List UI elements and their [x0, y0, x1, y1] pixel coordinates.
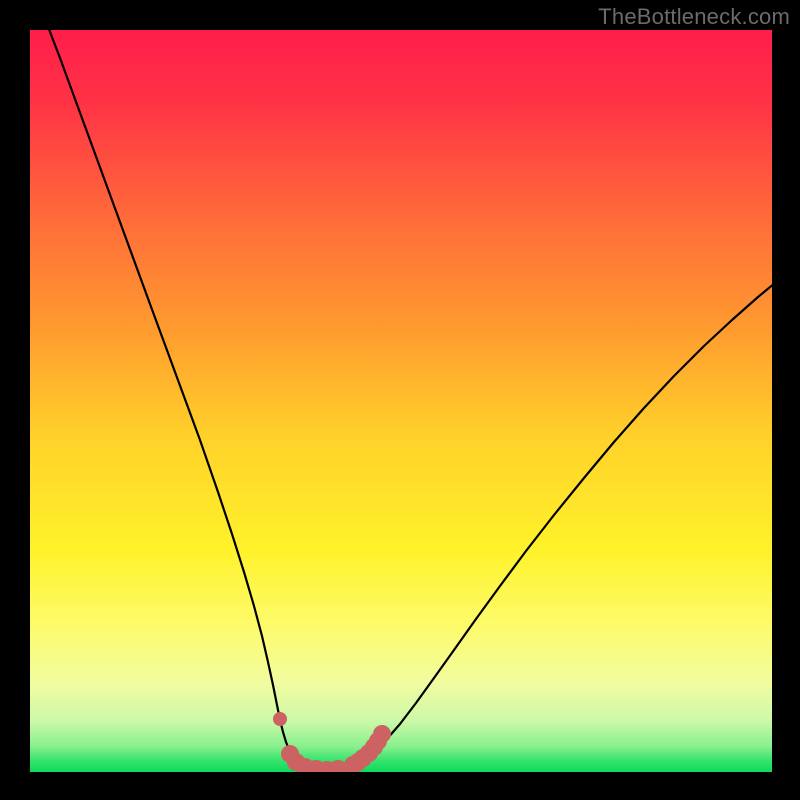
- watermark-text: TheBottleneck.com: [598, 4, 790, 30]
- marker-dot: [373, 725, 391, 743]
- gradient-background: [30, 30, 772, 772]
- chart-frame: TheBottleneck.com: [0, 0, 800, 800]
- bottleneck-chart: [0, 0, 800, 800]
- marker-dot: [273, 712, 287, 726]
